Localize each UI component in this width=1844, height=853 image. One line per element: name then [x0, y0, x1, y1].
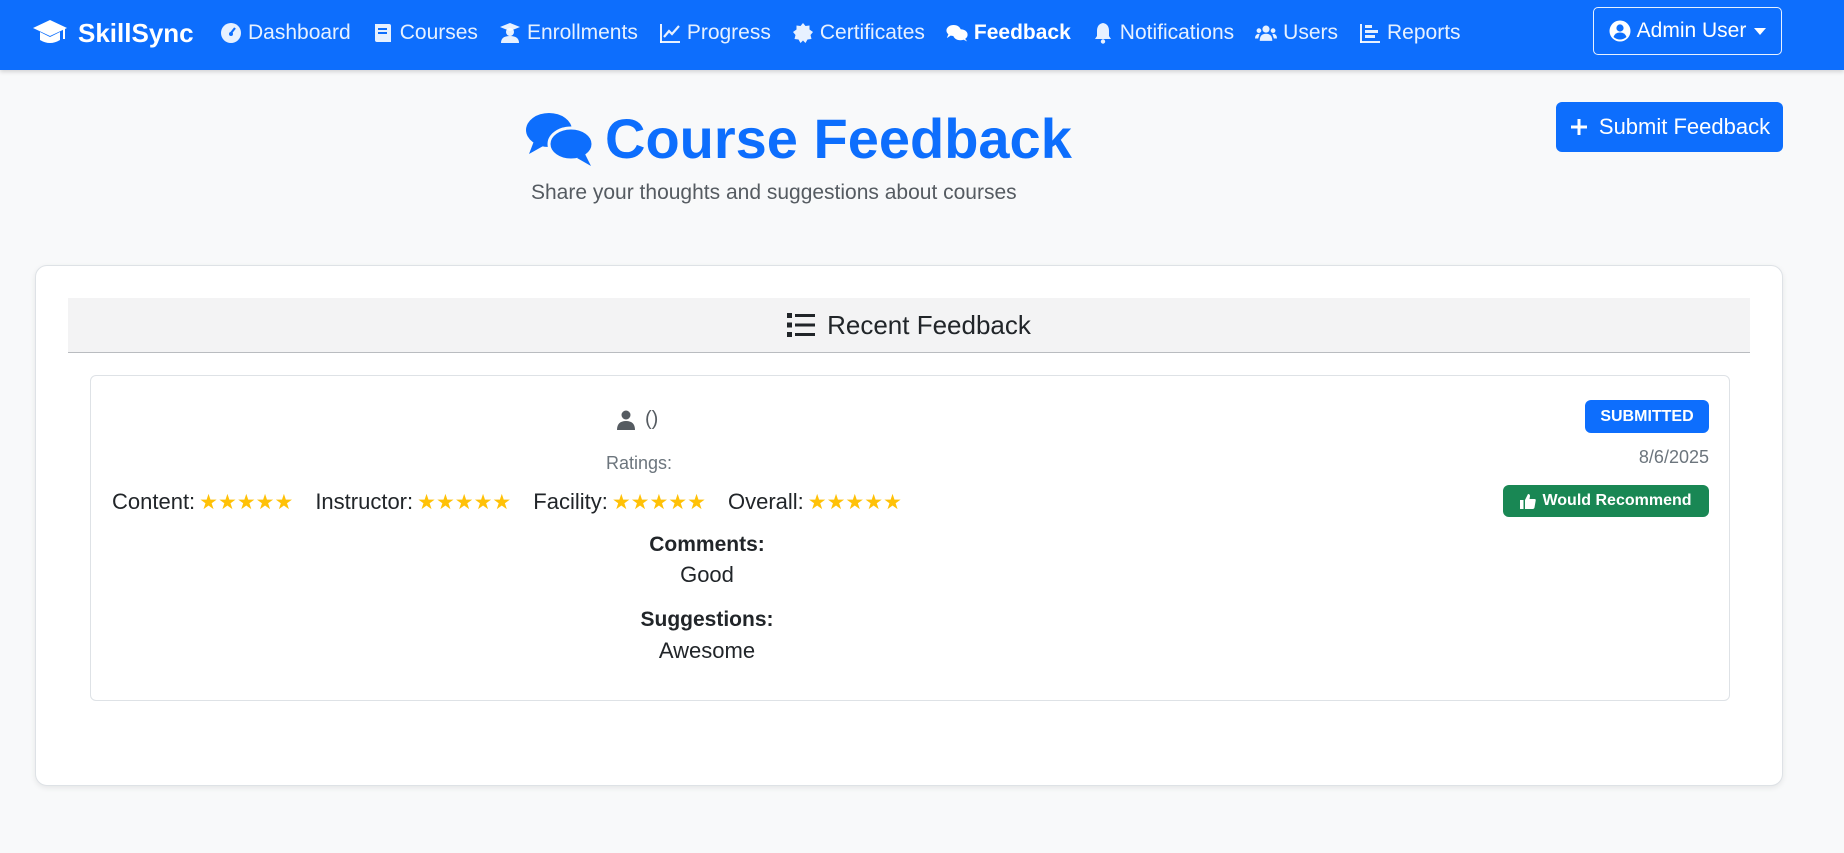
nav-courses[interactable]: Courses: [372, 21, 478, 45]
page-subtitle: Share your thoughts and suggestions abou…: [531, 181, 1017, 204]
rating-label: Instructor:: [315, 489, 414, 514]
users-icon: [1255, 25, 1278, 41]
nav-certificates[interactable]: Certificates: [792, 21, 925, 45]
certificate-icon: [792, 23, 813, 43]
brand-name: SkillSync: [78, 17, 194, 48]
feedback-user-name: (): [645, 408, 659, 430]
brand-link[interactable]: SkillSync: [32, 0, 194, 66]
star-rating-icon: ★★★★★: [611, 490, 706, 514]
nav-enrollments-label: Enrollments: [526, 21, 638, 44]
submit-feedback-button[interactable]: Submit Feedback: [1556, 102, 1783, 152]
nav-courses-label: Courses: [399, 21, 478, 44]
thumbs-up-icon: [1520, 494, 1537, 509]
rating-label: Overall:: [727, 489, 804, 514]
nav-feedback[interactable]: Feedback: [946, 21, 1071, 45]
status-badge: SUBMITTED: [1585, 400, 1709, 433]
suggestions-label: Suggestions:: [640, 608, 774, 631]
nav-users[interactable]: Users: [1255, 21, 1338, 45]
card-header: Recent Feedback: [68, 298, 1750, 353]
star-rating-icon: ★★★★★: [417, 490, 512, 514]
comments-label: Comments:: [649, 533, 765, 556]
feedback-item: () Ratings: Content: ★★★★★ Instructor: ★…: [90, 375, 1730, 701]
nav-dashboard-label: Dashboard: [248, 21, 351, 44]
recommend-label: Would Recommend: [1542, 492, 1692, 509]
user-circle-icon: [1609, 20, 1631, 42]
nav-links: Dashboard Courses Enrollments Progress C…: [220, 0, 1461, 66]
feedback-date: 8/6/2025: [1638, 447, 1709, 467]
submit-feedback-label: Submit Feedback: [1598, 114, 1771, 139]
user-menu-button[interactable]: Admin User: [1593, 7, 1782, 55]
bar-chart-icon: [1360, 24, 1381, 43]
nav-certificates-label: Certificates: [819, 21, 925, 44]
rating-instructor: Instructor: ★★★★★: [315, 489, 511, 515]
nav-progress-label: Progress: [686, 21, 771, 44]
ratings-row: Content: ★★★★★ Instructor: ★★★★★ Facilit…: [112, 489, 902, 515]
list-icon: [787, 313, 816, 337]
recommend-badge: Would Recommend: [1503, 485, 1709, 517]
rating-label: Facility:: [533, 489, 608, 514]
plus-icon: [1570, 119, 1587, 135]
navbar: SkillSync Dashboard Courses Enrollments …: [0, 0, 1844, 70]
star-rating-icon: ★★★★★: [807, 490, 902, 514]
nav-progress[interactable]: Progress: [659, 21, 771, 45]
chart-line-icon: [659, 24, 680, 43]
caret-down-icon: [1754, 27, 1767, 35]
rating-facility: Facility: ★★★★★: [533, 489, 706, 515]
user-menu-label: Admin User: [1636, 19, 1747, 42]
rating-overall: Overall: ★★★★★: [728, 489, 902, 515]
nav-notifications-label: Notifications: [1119, 21, 1235, 44]
nav-users-label: Users: [1283, 21, 1339, 44]
feedback-user: (): [617, 408, 658, 431]
comments-value: Good: [680, 562, 734, 587]
card-header-title: Recent Feedback: [827, 309, 1031, 340]
nav-dashboard[interactable]: Dashboard: [220, 21, 351, 45]
page-title-text: Course Feedback: [605, 106, 1072, 170]
star-rating-icon: ★★★★★: [199, 490, 294, 514]
graduation-cap-icon: [33, 20, 67, 43]
user-graduate-icon: [499, 23, 520, 43]
rating-label: Content:: [112, 489, 196, 514]
nav-feedback-label: Feedback: [973, 21, 1071, 44]
comments-icon: [526, 113, 595, 166]
ratings-label: Ratings:: [606, 453, 673, 473]
nav-reports[interactable]: Reports: [1359, 21, 1461, 45]
bell-icon: [1094, 23, 1111, 44]
feedback-card: Recent Feedback () Ratings: Content: ★★★…: [35, 265, 1783, 786]
nav-reports-label: Reports: [1387, 21, 1461, 44]
page-title: Course Feedback: [525, 100, 1072, 176]
user-icon: [617, 410, 635, 430]
comments-icon: [946, 24, 968, 42]
suggestions-value: Awesome: [658, 638, 756, 663]
book-icon: [374, 24, 391, 42]
nav-enrollments[interactable]: Enrollments: [499, 21, 638, 45]
rating-content: Content: ★★★★★: [112, 489, 293, 515]
nav-notifications[interactable]: Notifications: [1092, 21, 1234, 45]
dashboard-icon: [221, 23, 241, 43]
